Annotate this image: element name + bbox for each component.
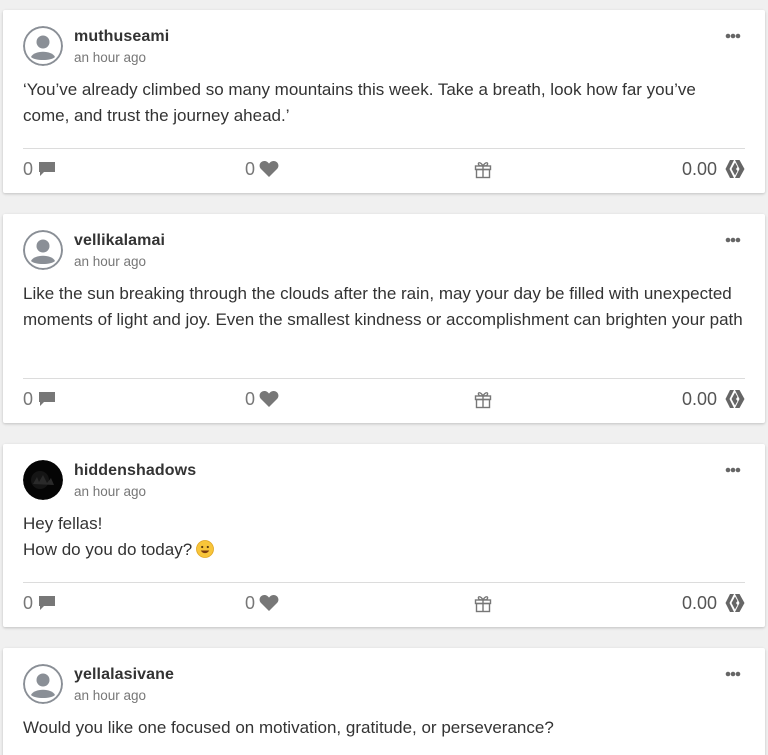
post-body: Would you like one focused on motivation… bbox=[23, 715, 745, 741]
comment-icon bbox=[39, 162, 56, 176]
post-text-line: Would you like one focused on motivation… bbox=[23, 718, 554, 737]
heart-icon bbox=[259, 161, 279, 177]
post-card: muthuseami an hour ago ‘You’ve already c… bbox=[3, 10, 765, 193]
post-body: Like the sun breaking through the clouds… bbox=[23, 281, 745, 333]
author-name[interactable]: hiddenshadows bbox=[74, 462, 196, 480]
hive-currency-icon bbox=[725, 160, 745, 178]
post-actions: 0 0 0.00 bbox=[23, 386, 745, 412]
post-actions: 0 0 0.00 bbox=[23, 156, 745, 182]
gift-button[interactable] bbox=[473, 156, 493, 182]
post-header: vellikalamai an hour ago bbox=[23, 230, 743, 274]
dark-photo-avatar-icon bbox=[23, 460, 63, 500]
default-avatar-icon bbox=[23, 664, 63, 704]
post-header: yellalasivane an hour ago bbox=[23, 664, 743, 708]
post-header: muthuseami an hour ago bbox=[23, 26, 743, 70]
payout[interactable]: 0.00 bbox=[682, 156, 745, 182]
avatar[interactable] bbox=[23, 230, 63, 270]
post-time[interactable]: an hour ago bbox=[74, 254, 146, 269]
author-name[interactable]: muthuseami bbox=[74, 28, 169, 46]
like-button[interactable]: 0 bbox=[245, 386, 279, 412]
payout-value: 0.00 bbox=[681, 388, 717, 409]
avatar[interactable] bbox=[23, 460, 63, 500]
gift-icon bbox=[474, 392, 492, 409]
avatar[interactable] bbox=[23, 664, 63, 704]
divider bbox=[23, 148, 745, 149]
gift-icon bbox=[474, 596, 492, 613]
comment-icon bbox=[39, 392, 56, 406]
like-count: 0 bbox=[245, 388, 256, 409]
avatar[interactable] bbox=[23, 26, 63, 66]
comment-count: 0 bbox=[23, 592, 34, 613]
post-card: yellalasivane an hour ago Would you like… bbox=[3, 648, 765, 755]
divider bbox=[23, 582, 745, 583]
comment-count: 0 bbox=[23, 388, 34, 409]
gift-button[interactable] bbox=[473, 386, 493, 412]
post-text-line: How do you do today? bbox=[23, 540, 193, 559]
payout[interactable]: 0.00 bbox=[682, 590, 745, 616]
post-text-line: ‘You’ve already climbed so many mountain… bbox=[23, 80, 696, 125]
comment-count: 0 bbox=[23, 158, 34, 179]
like-count: 0 bbox=[245, 158, 256, 179]
heart-icon bbox=[259, 391, 279, 407]
comments-button[interactable]: 0 bbox=[23, 156, 56, 182]
post-time[interactable]: an hour ago bbox=[74, 50, 146, 65]
comment-icon bbox=[39, 596, 56, 610]
more-dots-icon[interactable] bbox=[725, 467, 745, 477]
post-body: ‘You’ve already climbed so many mountain… bbox=[23, 77, 745, 129]
heart-icon bbox=[259, 595, 279, 611]
more-dots-icon[interactable] bbox=[725, 671, 745, 681]
like-count: 0 bbox=[245, 592, 256, 613]
post-text-line-with-emoji: How do you do today? bbox=[23, 537, 745, 566]
more-dots-icon[interactable] bbox=[725, 237, 745, 247]
like-button[interactable]: 0 bbox=[245, 590, 279, 616]
post-time[interactable]: an hour ago bbox=[74, 688, 146, 703]
default-avatar-icon bbox=[23, 230, 63, 270]
post-actions: 0 0 0.00 bbox=[23, 590, 745, 616]
post-card: vellikalamai an hour ago Like the sun br… bbox=[3, 214, 765, 423]
comments-button[interactable]: 0 bbox=[23, 386, 56, 412]
payout-value: 0.00 bbox=[681, 158, 717, 179]
smiling-face-emoji-icon bbox=[196, 540, 215, 566]
payout-value: 0.00 bbox=[681, 592, 717, 613]
hive-currency-icon bbox=[725, 390, 745, 408]
comments-button[interactable]: 0 bbox=[23, 590, 56, 616]
author-name[interactable]: vellikalamai bbox=[74, 232, 165, 250]
post-card: hiddenshadows an hour ago Hey fellas! Ho… bbox=[3, 444, 765, 627]
post-text-line: Like the sun breaking through the clouds… bbox=[23, 284, 743, 329]
hive-currency-icon bbox=[725, 594, 745, 612]
post-header: hiddenshadows an hour ago bbox=[23, 460, 743, 504]
more-dots-icon[interactable] bbox=[725, 33, 745, 43]
author-name[interactable]: yellalasivane bbox=[74, 666, 174, 684]
divider bbox=[23, 378, 745, 379]
payout[interactable]: 0.00 bbox=[682, 386, 745, 412]
gift-icon bbox=[474, 162, 492, 179]
post-body: Hey fellas! How do you do today? bbox=[23, 511, 745, 566]
post-text-line: Hey fellas! bbox=[23, 514, 103, 533]
default-avatar-icon bbox=[23, 26, 63, 66]
like-button[interactable]: 0 bbox=[245, 156, 279, 182]
post-time[interactable]: an hour ago bbox=[74, 484, 146, 499]
gift-button[interactable] bbox=[473, 590, 493, 616]
